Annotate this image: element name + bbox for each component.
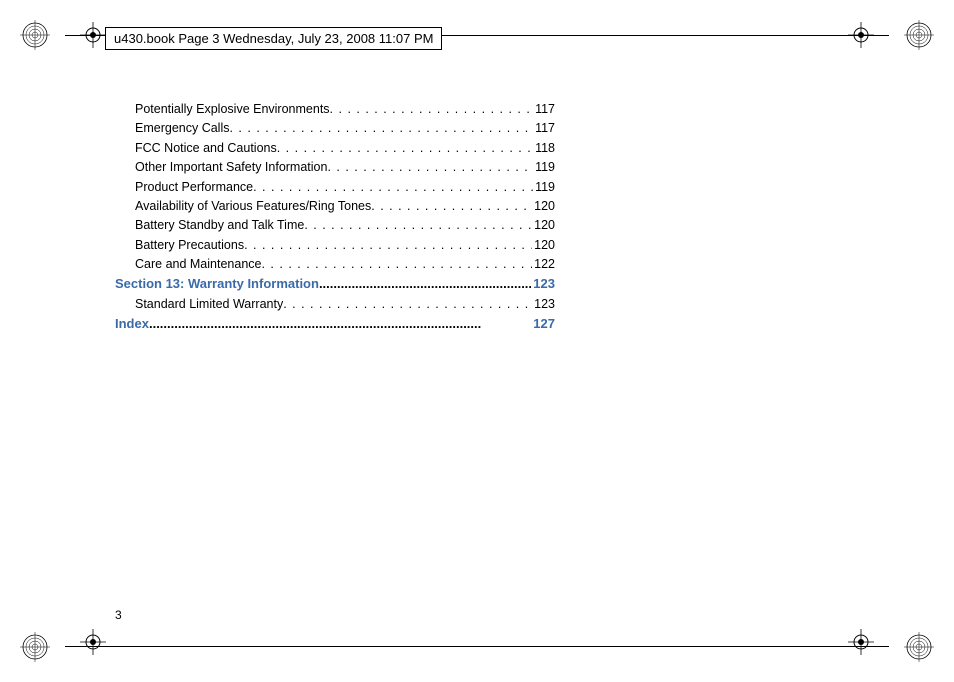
- page-number: 3: [115, 608, 122, 622]
- toc-title: FCC Notice and Cautions: [135, 139, 277, 158]
- toc-page: 120: [532, 216, 555, 235]
- crop-mark-bottom-right-icon: [904, 632, 934, 662]
- toc-title: Standard Limited Warranty: [135, 295, 283, 314]
- registration-target-icon: [848, 22, 874, 53]
- toc-leader-dots: [327, 158, 533, 177]
- toc-page: 118: [533, 139, 555, 158]
- page-header-label: u430.book Page 3 Wednesday, July 23, 200…: [105, 27, 442, 50]
- toc-leader-dots: [371, 197, 532, 216]
- toc-title: Battery Standby and Talk Time: [135, 216, 304, 235]
- toc-sub-line: Standard Limited Warranty 123: [135, 295, 555, 314]
- toc-section-line: Section 13: Warranty Information 123: [115, 274, 555, 294]
- toc-title: Care and Maintenance: [135, 255, 261, 274]
- toc-content: Potentially Explosive Environments117Eme…: [135, 100, 555, 334]
- toc-leader-dots: [304, 216, 532, 235]
- toc-title: Section 13: Warranty Information: [115, 274, 319, 294]
- registration-target-icon: [848, 629, 874, 660]
- toc-page: 127: [531, 314, 555, 334]
- toc-title: Product Performance: [135, 178, 253, 197]
- toc-page: 123: [532, 295, 555, 314]
- toc-title: Battery Precautions: [135, 236, 244, 255]
- toc-sub-line: Availability of Various Features/Ring To…: [135, 197, 555, 216]
- toc-page: 117: [533, 119, 555, 138]
- toc-page: 119: [533, 178, 555, 197]
- toc-page: 120: [532, 197, 555, 216]
- toc-leader-dots: [261, 255, 532, 274]
- registration-target-icon: [80, 629, 106, 660]
- toc-page: 119: [533, 158, 555, 177]
- crop-line-bottom: [65, 646, 889, 647]
- toc-sub-line: Product Performance 119: [135, 178, 555, 197]
- registration-target-icon: [80, 22, 106, 53]
- toc-leader-dots: [149, 314, 531, 334]
- toc-title: Availability of Various Features/Ring To…: [135, 197, 371, 216]
- toc-title: Other Important Safety Information: [135, 158, 327, 177]
- toc-section-line: Index 127: [115, 314, 555, 334]
- toc-leader-dots: [229, 119, 533, 138]
- toc-page: 117: [533, 100, 555, 119]
- crop-mark-bottom-left-icon: [20, 632, 50, 662]
- toc-leader-dots: [319, 274, 531, 294]
- toc-page: 120: [532, 236, 555, 255]
- toc-page: 123: [531, 274, 555, 294]
- crop-mark-top-right-icon: [904, 20, 934, 50]
- toc-sub-line: Other Important Safety Information 119: [135, 158, 555, 177]
- toc-sub-line: FCC Notice and Cautions 118: [135, 139, 555, 158]
- toc-leader-dots: [253, 178, 533, 197]
- toc-page: 122: [532, 255, 555, 274]
- toc-leader-dots: [277, 139, 533, 158]
- toc-leader-dots: [244, 236, 532, 255]
- toc-leader-dots: [330, 100, 534, 119]
- toc-sub-line: Potentially Explosive Environments 117: [135, 100, 555, 119]
- toc-sub-line: Emergency Calls 117: [135, 119, 555, 138]
- toc-title: Index: [115, 314, 149, 334]
- toc-sub-line: Care and Maintenance 122: [135, 255, 555, 274]
- toc-leader-dots: [283, 295, 532, 314]
- toc-sub-line: Battery Standby and Talk Time 120: [135, 216, 555, 235]
- toc-title: Emergency Calls: [135, 119, 229, 138]
- toc-sub-line: Battery Precautions 120: [135, 236, 555, 255]
- crop-mark-top-left-icon: [20, 20, 50, 50]
- toc-title: Potentially Explosive Environments: [135, 100, 330, 119]
